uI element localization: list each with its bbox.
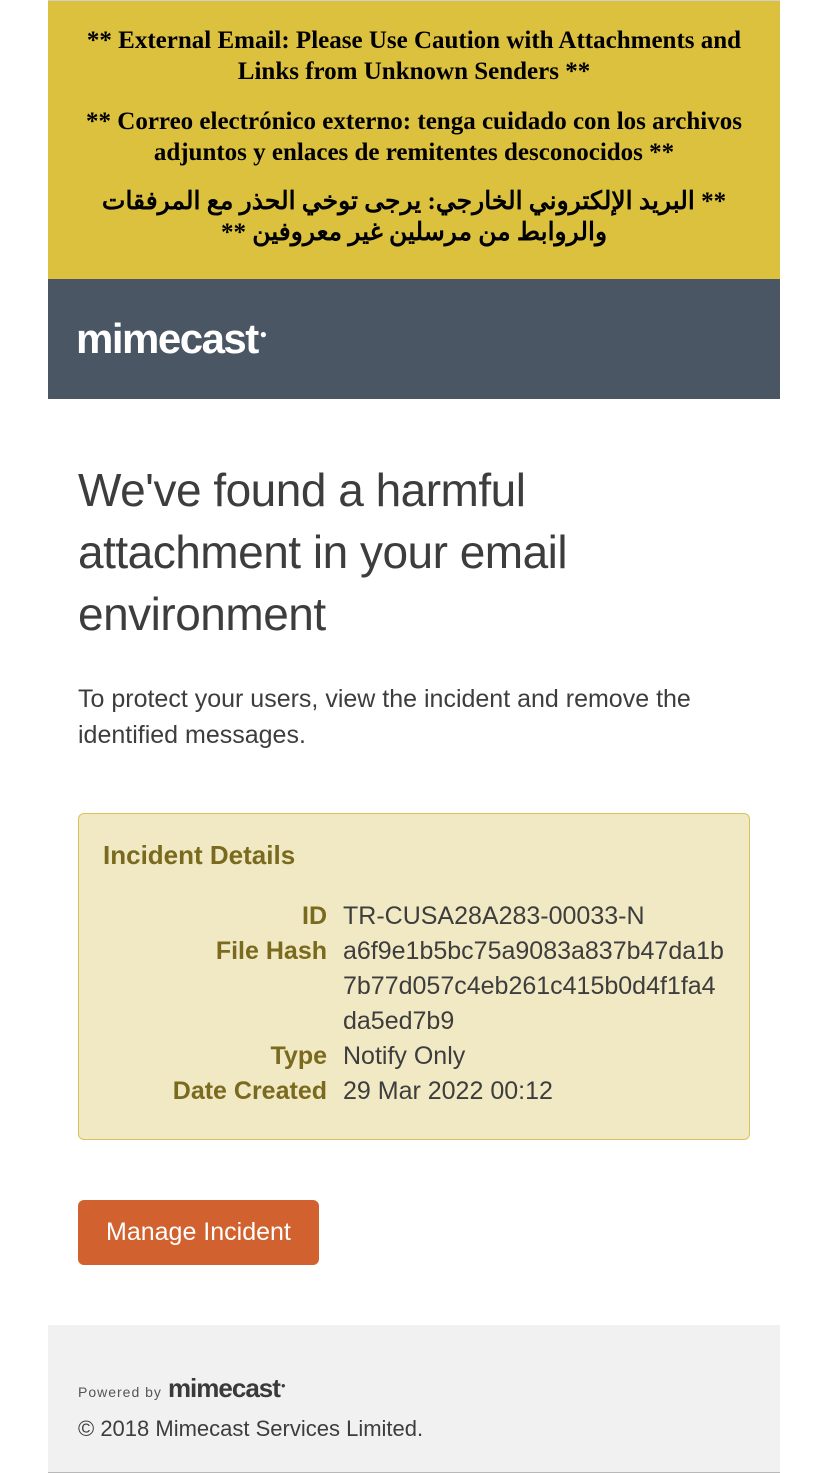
mimecast-logo: mimecast● [76,315,752,363]
incident-details-box: Incident Details ID TR-CUSA28A283-00033-… [78,813,750,1140]
incident-date-created-value: 29 Mar 2022 00:12 [343,1074,725,1109]
incident-details-table: ID TR-CUSA28A283-00033-N File Hash a6f9e… [103,899,725,1109]
incident-date-created-label: Date Created [103,1074,343,1109]
subtext: To protect your users, view the incident… [78,681,750,754]
incident-row-id: ID TR-CUSA28A283-00033-N [103,899,725,934]
header-bar: mimecast● [48,279,780,399]
incident-id-value: TR-CUSA28A283-00033-N [343,899,725,934]
incident-file-hash-value: a6f9e1b5bc75a9083a837b47da1b7b77d057c4eb… [343,934,725,1039]
powered-by-row: Powered by mimecast● [78,1373,750,1404]
incident-details-title: Incident Details [103,840,725,871]
incident-id-label: ID [103,899,343,934]
headline: We've found a harmful attachment in your… [78,459,750,645]
warning-text-spanish: ** Correo electrónico externo: tenga cui… [78,106,750,169]
incident-type-value: Notify Only [343,1039,725,1074]
mimecast-footer-logo: mimecast● [168,1373,285,1404]
warning-text-arabic: ** البريد الإلكتروني الخارجي: يرجى توخي … [78,186,750,249]
manage-incident-button[interactable]: Manage Incident [78,1200,319,1265]
incident-type-label: Type [103,1039,343,1074]
incident-row-type: Type Notify Only [103,1039,725,1074]
incident-row-date-created: Date Created 29 Mar 2022 00:12 [103,1074,725,1109]
warning-text-english: ** External Email: Please Use Caution wi… [78,25,750,88]
external-email-warning-banner: ** External Email: Please Use Caution wi… [48,1,780,279]
powered-by-label: Powered by [78,1384,162,1400]
email-body: We've found a harmful attachment in your… [48,399,780,1326]
footer: Powered by mimecast● © 2018 Mimecast Ser… [48,1325,780,1472]
copyright-text: © 2018 Mimecast Services Limited. [78,1416,750,1442]
incident-row-file-hash: File Hash a6f9e1b5bc75a9083a837b47da1b7b… [103,934,725,1039]
incident-file-hash-label: File Hash [103,934,343,1039]
